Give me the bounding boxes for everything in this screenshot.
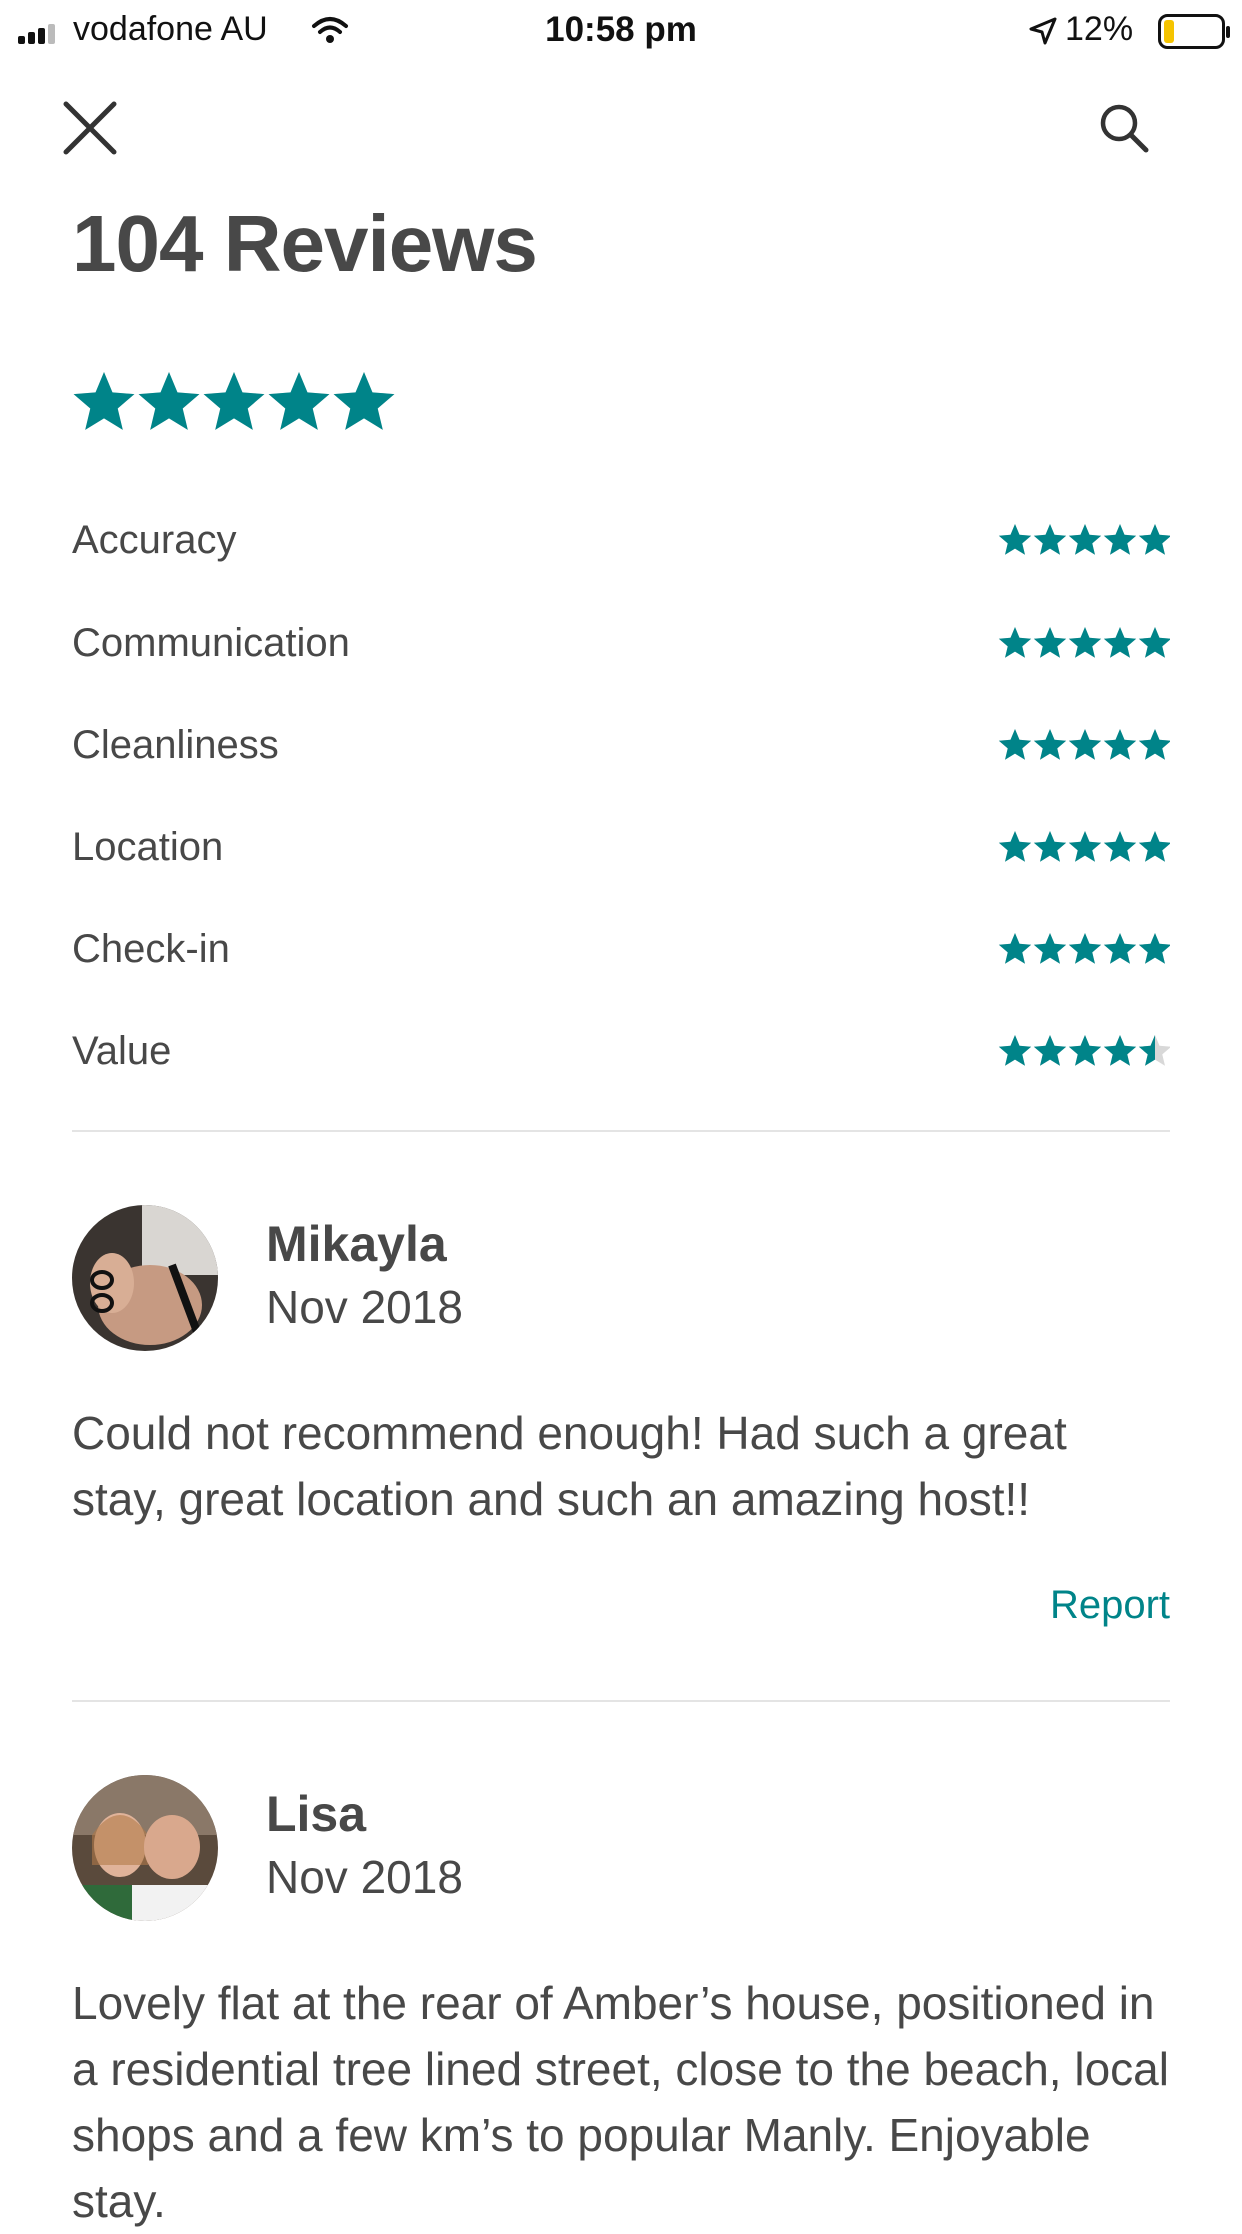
star-icon — [1138, 524, 1170, 555]
reviewer-name: Mikayla — [266, 1216, 447, 1272]
rating-stars — [998, 729, 1170, 760]
rating-stars — [998, 933, 1170, 964]
star-icon — [1103, 933, 1137, 964]
review-text: Lovely flat at the rear of Amber’s house… — [72, 1977, 1169, 2227]
star-icon — [1033, 1035, 1067, 1066]
star-icon — [1033, 524, 1067, 555]
divider — [72, 1700, 1170, 1702]
rating-stars — [998, 831, 1170, 862]
close-icon — [63, 101, 117, 155]
close-button[interactable] — [58, 96, 122, 160]
star-icon — [1033, 627, 1067, 658]
rating-row-communication: Communication — [72, 613, 1170, 673]
star-icon — [73, 372, 135, 430]
rating-label: Accuracy — [72, 518, 237, 562]
star-icon — [203, 372, 265, 430]
star-icon — [1103, 627, 1137, 658]
rating-stars — [998, 627, 1170, 658]
rating-row-accuracy: Accuracy — [72, 510, 1170, 570]
star-icon — [1138, 831, 1170, 862]
star-icon — [1103, 831, 1137, 862]
review-date: Nov 2018 — [266, 1281, 463, 1333]
rating-row-value: Value — [72, 1021, 1170, 1081]
star-icon — [1103, 729, 1137, 760]
rating-label: Check-in — [72, 927, 230, 971]
star-icon — [1068, 933, 1102, 964]
star-icon — [1103, 1035, 1137, 1066]
star-icon — [1138, 627, 1170, 658]
search-button[interactable] — [1094, 98, 1154, 158]
avatar-mikayla[interactable] — [72, 1205, 218, 1351]
overall-rating-stars — [73, 372, 395, 430]
star-icon — [998, 729, 1032, 760]
divider — [72, 1130, 1170, 1132]
rating-label: Cleanliness — [72, 723, 279, 767]
report-link[interactable]: Report — [1050, 1583, 1170, 1628]
rating-row-cleanliness: Cleanliness — [72, 715, 1170, 775]
star-icon — [1068, 831, 1102, 862]
battery-icon — [1158, 14, 1230, 49]
status-bar: vodafone AU 10:58 pm 12% — [0, 0, 1242, 62]
star-icon — [138, 372, 200, 430]
rating-row-location: Location — [72, 817, 1170, 877]
rating-stars — [998, 1035, 1170, 1066]
rating-stars — [998, 524, 1170, 555]
star-icon — [268, 372, 330, 430]
star-icon — [1068, 729, 1102, 760]
star-icon — [1033, 831, 1067, 862]
star-icon — [1068, 627, 1102, 658]
star-icon — [1033, 933, 1067, 964]
review-text: Could not recommend enough! Had such a g… — [72, 1407, 1067, 1525]
star-icon — [1138, 933, 1170, 964]
rating-label: Location — [72, 825, 224, 869]
rating-row-check-in: Check-in — [72, 919, 1170, 979]
avatar-lisa[interactable] — [72, 1775, 218, 1921]
search-icon — [1100, 104, 1149, 153]
star-icon — [998, 1035, 1032, 1066]
star-icon — [1068, 524, 1102, 555]
star-icon — [1138, 729, 1170, 760]
reviewer-name: Lisa — [266, 1786, 367, 1842]
star-icon — [998, 524, 1032, 555]
avatar-photo — [72, 1775, 218, 1921]
rating-label: Value — [72, 1029, 172, 1073]
avatar-photo — [72, 1205, 218, 1351]
star-icon — [1103, 524, 1137, 555]
star-icon — [998, 627, 1032, 658]
star-icon — [998, 831, 1032, 862]
star-icon — [1068, 1035, 1102, 1066]
battery-percent: 12% — [1065, 10, 1134, 48]
star-icon — [333, 372, 395, 430]
review-date: Nov 2018 — [266, 1851, 463, 1903]
rating-label: Communication — [72, 621, 350, 665]
page-title: 104 Reviews — [72, 199, 538, 288]
star-icon — [1033, 729, 1067, 760]
star-icon — [998, 933, 1032, 964]
location-arrow-icon — [1029, 17, 1057, 45]
